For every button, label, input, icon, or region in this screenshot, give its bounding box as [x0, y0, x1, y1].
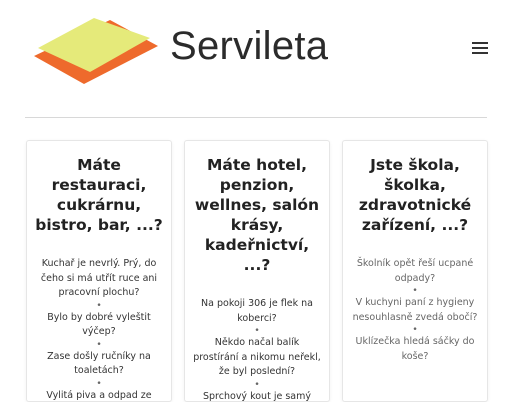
list-item: Kuchař je nevrlý. Prý, do čeho si má utř…	[35, 257, 163, 301]
bullet-separator: •	[35, 340, 163, 350]
bullet-separator: •	[193, 326, 321, 336]
card-title: Máte restauraci, cukrárnu, bistro, bar, …	[27, 141, 171, 235]
bullet-separator: •	[351, 286, 479, 296]
bullet-separator: •	[35, 301, 163, 311]
card-schools: Jste škola, školka, zdravotnické zařízen…	[342, 140, 488, 402]
list-item: Zase došly ručníky na toaletách?	[35, 350, 163, 379]
card-title: Jste škola, školka, zdravotnické zařízen…	[343, 141, 487, 235]
header-divider	[25, 117, 487, 118]
list-item: V kuchyni paní z hygieny nesouhlasně zve…	[351, 296, 479, 325]
list-item: Vylitá piva a odpad ze stolů	[35, 389, 163, 402]
card-restaurants: Máte restauraci, cukrárnu, bistro, bar, …	[26, 140, 172, 402]
site-header: Servileta	[0, 0, 512, 100]
napkin-logo-icon[interactable]	[20, 16, 160, 86]
site-title[interactable]: Servileta	[170, 26, 328, 66]
list-item: Sprchový kout je samý	[193, 390, 321, 402]
list-item: Někdo načal balík prostírání a nikomu ne…	[193, 336, 321, 380]
bullet-separator: •	[351, 325, 479, 335]
list-item: Na pokoji 306 je flek na koberci?	[193, 297, 321, 326]
card-title: Máte hotel, penzion, wellnes, salón krás…	[185, 141, 329, 275]
hamburger-menu-icon[interactable]	[472, 42, 488, 56]
list-item: Bylo by dobré vyleštit výčep?	[35, 311, 163, 340]
bullet-separator: •	[193, 380, 321, 390]
card-hotels: Máte hotel, penzion, wellnes, salón krás…	[184, 140, 330, 402]
list-item: Školník opět řeší ucpané odpady?	[351, 257, 479, 286]
list-item: Uklízečka hledá sáčky do koše?	[351, 335, 479, 364]
